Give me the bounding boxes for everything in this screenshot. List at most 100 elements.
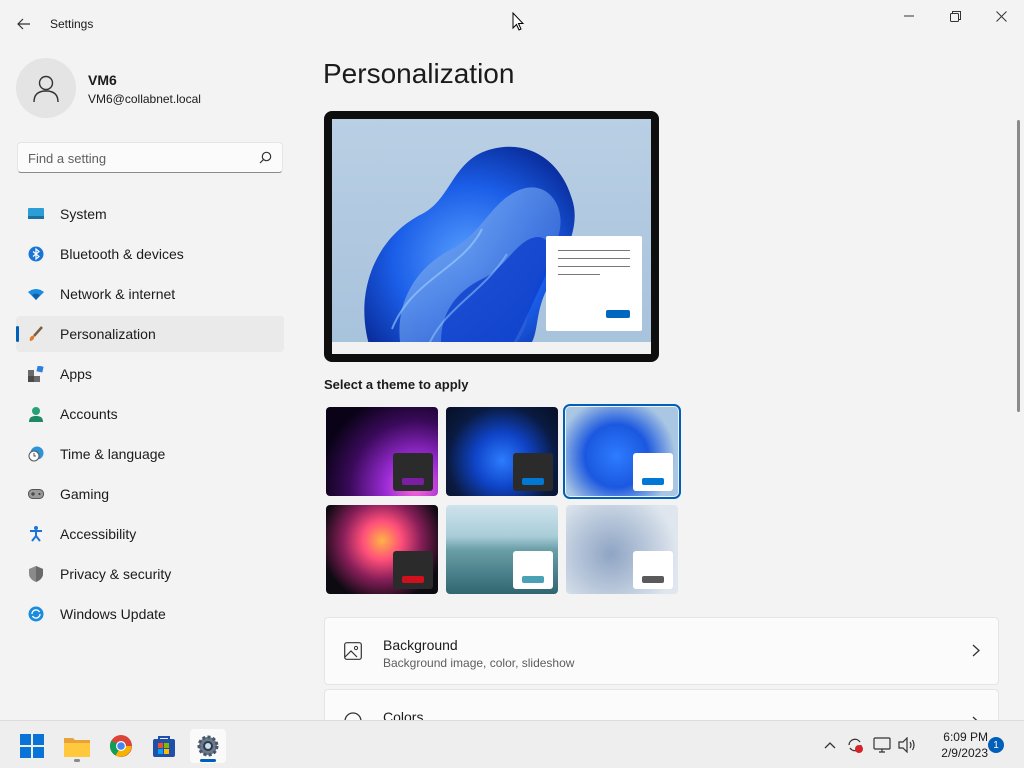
file-explorer-button[interactable] — [59, 729, 95, 763]
theme-gallery — [324, 404, 684, 597]
theme-mini-window — [633, 453, 673, 491]
clock-time: 6:09 PM — [943, 730, 988, 744]
gamepad-icon — [28, 486, 44, 502]
theme-tile-bloom-light[interactable] — [563, 404, 681, 499]
minimize-button[interactable] — [886, 4, 932, 28]
sidebar-item-windows-update[interactable]: Windows Update — [16, 596, 284, 632]
chevron-right-icon — [972, 644, 980, 657]
clock-date: 2/9/2023 — [941, 746, 988, 760]
theme-accent-swatch — [642, 576, 664, 583]
clock[interactable]: 6:09 PM 2/9/2023 — [924, 729, 988, 761]
background-card[interactable]: Background Background image, color, slid… — [324, 617, 999, 685]
theme-accent-swatch — [402, 576, 424, 583]
sidebar-item-privacy-security[interactable]: Privacy & security — [16, 556, 284, 592]
sidebar-item-bluetooth[interactable]: Bluetooth & devices — [16, 236, 284, 272]
chrome-button[interactable] — [103, 729, 139, 763]
person-icon — [28, 406, 44, 422]
app-title: Settings — [50, 17, 94, 31]
search-placeholder: Find a setting — [28, 151, 107, 166]
back-arrow-icon — [17, 18, 30, 30]
user-email: VM6@collabnet.local — [88, 92, 201, 106]
theme-tile-bloom-dark[interactable] — [446, 407, 558, 496]
theme-mini-window — [633, 551, 673, 589]
close-icon — [995, 10, 1007, 22]
system-icon — [28, 206, 44, 222]
sidebar-item-label: Gaming — [60, 486, 110, 502]
accessibility-icon — [28, 526, 44, 542]
theme-mini-window — [393, 453, 433, 491]
sidebar-item-apps[interactable]: Apps — [16, 356, 284, 392]
brush-icon — [28, 326, 44, 342]
apps-icon — [28, 366, 44, 382]
card-title: Background — [383, 637, 458, 653]
page-title: Personalization — [323, 58, 515, 89]
sidebar-item-accessibility[interactable]: Accessibility — [16, 516, 284, 552]
colors-card[interactable]: Colors — [324, 689, 999, 720]
sidebar-item-label: Privacy & security — [60, 566, 172, 582]
search-icon — [259, 151, 272, 164]
theme-mini-window — [393, 551, 433, 589]
minimize-icon — [904, 15, 914, 17]
sidebar-item-label: Personalization — [60, 326, 156, 342]
sidebar-item-system[interactable]: System — [16, 196, 284, 232]
restore-icon — [949, 10, 961, 22]
shield-icon — [28, 566, 44, 582]
sidebar-item-label: Time & language — [60, 446, 166, 462]
notification-badge[interactable]: 1 — [988, 737, 1004, 753]
user-profile[interactable]: VM6 VM6@collabnet.local — [16, 58, 286, 118]
start-icon — [20, 734, 44, 758]
sidebar-nav: System Bluetooth & devices Network & int… — [16, 196, 284, 636]
wifi-icon — [28, 286, 44, 302]
sidebar-item-label: Network & internet — [60, 286, 176, 302]
theme-tile-flow[interactable] — [566, 505, 678, 594]
theme-tile-glow[interactable] — [326, 407, 438, 496]
theme-tile-lake[interactable] — [446, 505, 558, 594]
sidebar-item-personalization[interactable]: Personalization — [16, 316, 284, 352]
mouse-cursor-icon — [512, 12, 524, 31]
user-name: VM6 — [88, 72, 117, 88]
close-button[interactable] — [978, 4, 1024, 28]
theme-mini-window — [513, 453, 553, 491]
bluetooth-icon — [28, 246, 44, 262]
image-icon — [344, 642, 362, 660]
search-input[interactable]: Find a setting — [17, 142, 283, 173]
start-button[interactable] — [14, 729, 50, 763]
theme-tile-captured-motion[interactable] — [326, 505, 438, 594]
clock-globe-icon — [28, 446, 44, 462]
back-button[interactable] — [10, 10, 38, 38]
sidebar-item-accounts[interactable]: Accounts — [16, 396, 284, 432]
sidebar-item-label: Bluetooth & devices — [60, 246, 184, 262]
palette-icon — [344, 712, 362, 720]
volume-control[interactable] — [897, 735, 917, 755]
taskbar: 6:09 PM 2/9/2023 — [0, 720, 1024, 768]
sync-status[interactable] — [845, 735, 865, 755]
settings-button[interactable] — [190, 729, 226, 763]
sync-error-icon — [848, 738, 863, 753]
card-subtitle: Background image, color, slideshow — [383, 656, 575, 670]
store-icon — [153, 736, 175, 757]
theme-accent-swatch — [522, 478, 544, 485]
sidebar-item-label: Accounts — [60, 406, 118, 422]
store-button[interactable] — [146, 729, 182, 763]
scrollbar[interactable] — [1017, 120, 1020, 412]
chevron-up-icon — [824, 742, 836, 749]
avatar — [16, 58, 76, 118]
sidebar-item-gaming[interactable]: Gaming — [16, 476, 284, 512]
themes-label: Select a theme to apply — [324, 377, 469, 392]
chrome-icon — [109, 735, 132, 757]
network-icon — [873, 737, 891, 753]
settings-icon — [197, 735, 219, 757]
volume-icon — [898, 737, 915, 753]
show-hidden-icons-button[interactable] — [820, 735, 840, 755]
desktop-preview — [332, 119, 651, 354]
network-status[interactable] — [872, 735, 892, 755]
sidebar-item-label: Apps — [60, 366, 92, 382]
sidebar-item-label: Accessibility — [60, 526, 137, 542]
sidebar-item-network[interactable]: Network & internet — [16, 276, 284, 312]
restore-button[interactable] — [932, 4, 978, 28]
sidebar-item-time-language[interactable]: Time & language — [16, 436, 284, 472]
theme-accent-swatch — [402, 478, 424, 485]
sidebar-item-label: Windows Update — [60, 606, 166, 622]
sidebar-item-label: System — [60, 206, 107, 222]
theme-preview — [324, 111, 659, 362]
